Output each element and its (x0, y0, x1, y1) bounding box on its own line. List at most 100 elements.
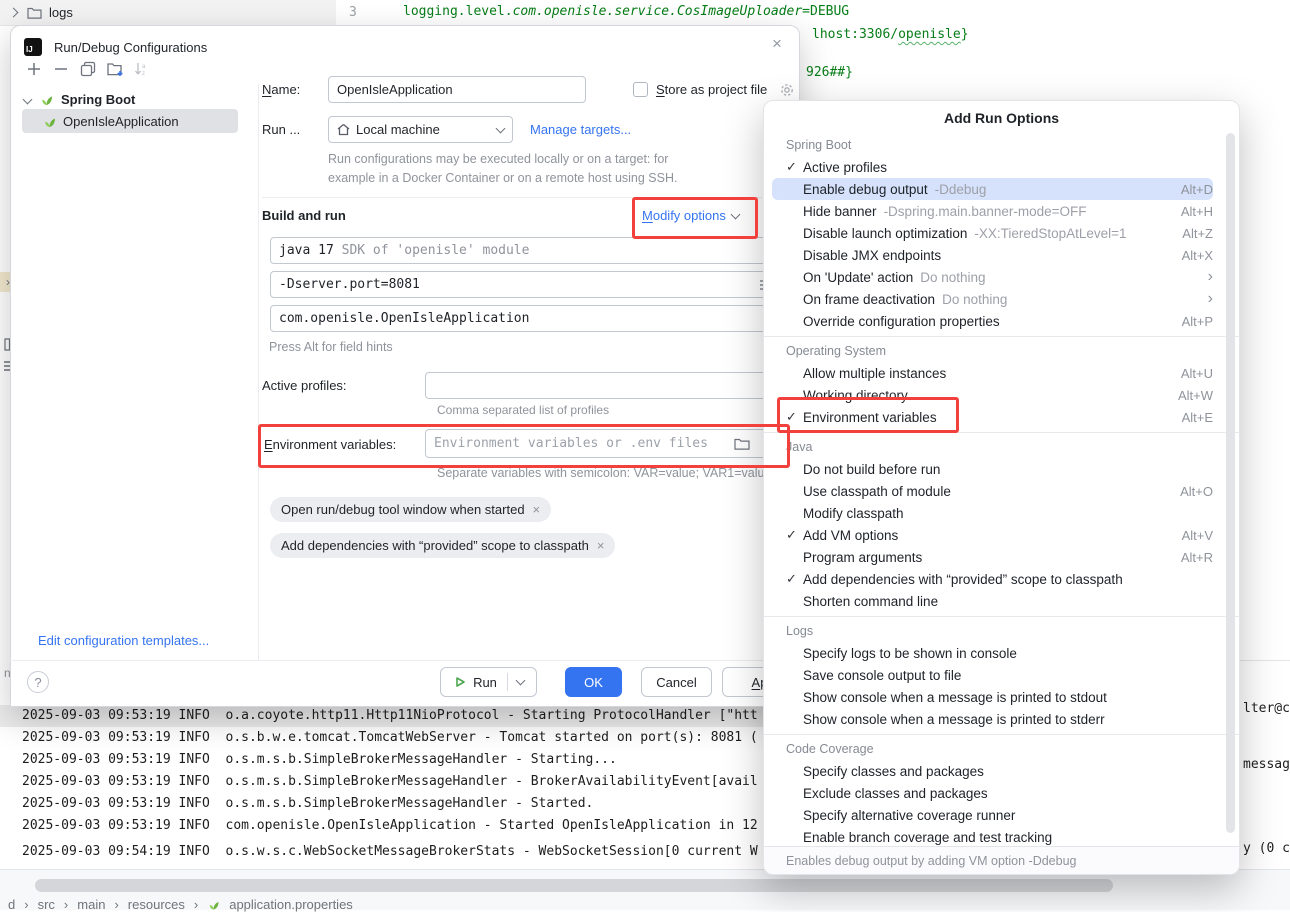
spring-boot-icon (39, 92, 54, 107)
tree-group-spring-boot[interactable]: Spring Boot (24, 88, 135, 110)
browse-folder-icon[interactable] (734, 437, 750, 450)
cancel-button[interactable]: Cancel (641, 667, 712, 697)
menu-item-shortcut: Alt+H (1181, 204, 1213, 219)
menu-item-save-console-output-to-file[interactable]: Save console output to file (772, 664, 1213, 686)
menu-item-label: On frame deactivation (803, 292, 935, 307)
menu-item-shortcut: Alt+E (1182, 410, 1213, 425)
chevron-down-icon (496, 123, 506, 133)
chip-label: Open run/debug tool window when started (281, 502, 525, 517)
menu-item-do-not-build-before-run[interactable]: Do not build before run (772, 458, 1213, 480)
menu-item-add-vm-options[interactable]: ✓Add VM optionsAlt+V (772, 524, 1213, 546)
menu-item-add-dependencies-with-provided-scope-to-classpath[interactable]: ✓Add dependencies with “provided” scope … (772, 568, 1213, 590)
menu-item-disable-jmx-endpoints[interactable]: Disable JMX endpointsAlt+X (772, 244, 1213, 266)
console-line: 2025-09-03 09:53:19 INFO com.openisle.Op… (22, 815, 758, 837)
menu-item-specify-alternative-coverage-runner[interactable]: Specify alternative coverage runner (772, 804, 1213, 826)
menu-item-use-classpath-of-module[interactable]: Use classpath of moduleAlt+O (772, 480, 1213, 502)
menu-item-show-console-when-a-message-is-printed-to-stdout[interactable]: Show console when a message is printed t… (772, 686, 1213, 708)
vm-options-input[interactable]: -Dserver.port=8081 (270, 271, 790, 298)
menu-item-active-profiles[interactable]: ✓Active profiles (772, 156, 1213, 178)
help-button[interactable]: ? (27, 671, 49, 693)
run-button[interactable]: Run (440, 667, 537, 697)
tree-chevron-icon[interactable] (9, 8, 19, 18)
menu-item-specify-logs-to-be-shown-in-console[interactable]: Specify logs to be shown in console (772, 642, 1213, 664)
editor-fragment-jdbc: lhost:3306/openisle} (812, 27, 969, 42)
chip-open-tool-window[interactable]: Open run/debug tool window when started × (270, 497, 551, 522)
menu-item-shorten-command-line[interactable]: Shorten command line (772, 590, 1213, 612)
divider (262, 197, 762, 198)
menu-item-on-frame-deactivation[interactable]: On frame deactivationDo nothing› (772, 288, 1213, 310)
popup-section-logs: Logs (764, 620, 1239, 642)
jdk-select[interactable]: java 17 SDK of 'openisle' module (270, 237, 790, 264)
menu-item-show-console-when-a-message-is-printed-to-stderr[interactable]: Show console when a message is printed t… (772, 708, 1213, 730)
menu-item-program-arguments[interactable]: Program argumentsAlt+R (772, 546, 1213, 568)
alt-hint: Press Alt for field hints (269, 340, 393, 354)
copy-configuration-button[interactable] (80, 61, 96, 77)
menu-item-label: Environment variables (803, 410, 937, 425)
menu-item-label: Disable launch optimization (803, 226, 967, 241)
local-machine-icon (337, 123, 350, 136)
remove-configuration-button[interactable] (53, 61, 69, 77)
main-class-input[interactable]: com.openisle.OpenIsleApplication (270, 305, 790, 332)
menu-item-label: Save console output to file (803, 668, 961, 683)
sort-configurations-button[interactable]: az (134, 61, 150, 77)
menu-item-hide-banner[interactable]: Hide banner-Dspring.main.banner-mode=OFF… (772, 200, 1213, 222)
menu-item-label: Specify classes and packages (803, 764, 984, 779)
svg-text:a: a (142, 64, 146, 70)
name-input[interactable]: OpenIsleApplication (328, 76, 586, 103)
checkmark-icon: ✓ (772, 527, 803, 543)
menu-item-shortcut: Alt+Z (1182, 226, 1213, 241)
editor-code-line: logging.level.com.openisle.service.CosIm… (403, 4, 849, 19)
chip-remove-icon[interactable]: × (533, 502, 541, 517)
ok-button[interactable]: OK (565, 667, 622, 697)
menu-item-shortcut: Alt+D (1181, 182, 1213, 197)
menu-item-enable-debug-output[interactable]: Enable debug output-DdebugAlt+D (772, 178, 1213, 200)
menu-item-override-configuration-properties[interactable]: Override configuration propertiesAlt+P (772, 310, 1213, 332)
menu-item-specify-classes-and-packages[interactable]: Specify classes and packages (772, 760, 1213, 782)
menu-item-modify-classpath[interactable]: Modify classpath (772, 502, 1213, 524)
active-profiles-hint: Comma separated list of profiles (437, 403, 609, 417)
menu-item-environment-variables[interactable]: ✓Environment variablesAlt+E (772, 406, 1213, 428)
chevron-down-icon[interactable] (23, 94, 33, 104)
menu-item-shortcut: Alt+X (1182, 248, 1213, 263)
menu-item-disable-launch-optimization[interactable]: Disable launch optimization-XX:TieredSto… (772, 222, 1213, 244)
modify-options-link[interactable]: Modify options (642, 208, 739, 223)
add-configuration-button[interactable] (26, 61, 42, 77)
menu-item-enable-branch-coverage-and-test-tracking[interactable]: Enable branch coverage and test tracking (772, 826, 1213, 846)
console-line: 2025-09-03 09:54:19 INFO o.s.w.s.c.WebSo… (22, 841, 758, 863)
popup-section-divider (764, 336, 1239, 337)
close-icon[interactable]: × (772, 34, 782, 54)
menu-item-label: Show console when a message is printed t… (803, 712, 1105, 727)
play-icon (454, 676, 466, 688)
console-fragment-1: lter@c (1243, 701, 1290, 716)
gear-icon[interactable] (779, 82, 796, 99)
tree-item-openisleapplication[interactable]: OpenIsleApplication (42, 110, 179, 132)
horizontal-scrollbar[interactable] (35, 879, 1113, 892)
edit-templates-link[interactable]: Edit configuration templates... (38, 633, 209, 648)
menu-item-label: Override configuration properties (803, 314, 1000, 329)
chevron-down-icon (730, 209, 740, 219)
menu-item-allow-multiple-instances[interactable]: Allow multiple instancesAlt+U (772, 362, 1213, 384)
console-line: 2025-09-03 09:53:19 INFO o.a.coyote.http… (22, 705, 758, 727)
menu-item-label: Modify classpath (803, 506, 904, 521)
new-folder-button[interactable] (107, 61, 123, 77)
popup-scrollbar[interactable] (1226, 133, 1235, 833)
popup-section-code-coverage: Code Coverage (764, 738, 1239, 760)
run-options-dropdown[interactable] (508, 675, 533, 690)
menu-item-label: Enable branch coverage and test tracking (803, 830, 1052, 845)
manage-targets-link[interactable]: Manage targets... (530, 122, 631, 137)
store-as-project-file-label: Store as project file (656, 82, 767, 97)
menu-item-label: Allow multiple instances (803, 366, 946, 381)
popup-section-java: Java (764, 436, 1239, 458)
menu-item-label: On 'Update' action (803, 270, 913, 285)
menu-item-working-directory[interactable]: Working directoryAlt+W (772, 384, 1213, 406)
chip-add-dependencies[interactable]: Add dependencies with “provided” scope t… (270, 533, 615, 558)
chip-remove-icon[interactable]: × (597, 538, 605, 553)
menu-item-exclude-classes-and-packages[interactable]: Exclude classes and packages (772, 782, 1213, 804)
run-on-select[interactable]: Local machine (328, 116, 513, 143)
menu-item-on-update-action[interactable]: On 'Update' actionDo nothing› (772, 266, 1213, 288)
environment-variables-input[interactable]: Environment variables or .env files (425, 429, 785, 458)
project-tree-item-logs[interactable]: logs (49, 5, 73, 20)
menu-item-label: Hide banner (803, 204, 877, 219)
store-as-project-file-checkbox[interactable] (633, 82, 648, 97)
active-profiles-input[interactable] (425, 372, 785, 399)
